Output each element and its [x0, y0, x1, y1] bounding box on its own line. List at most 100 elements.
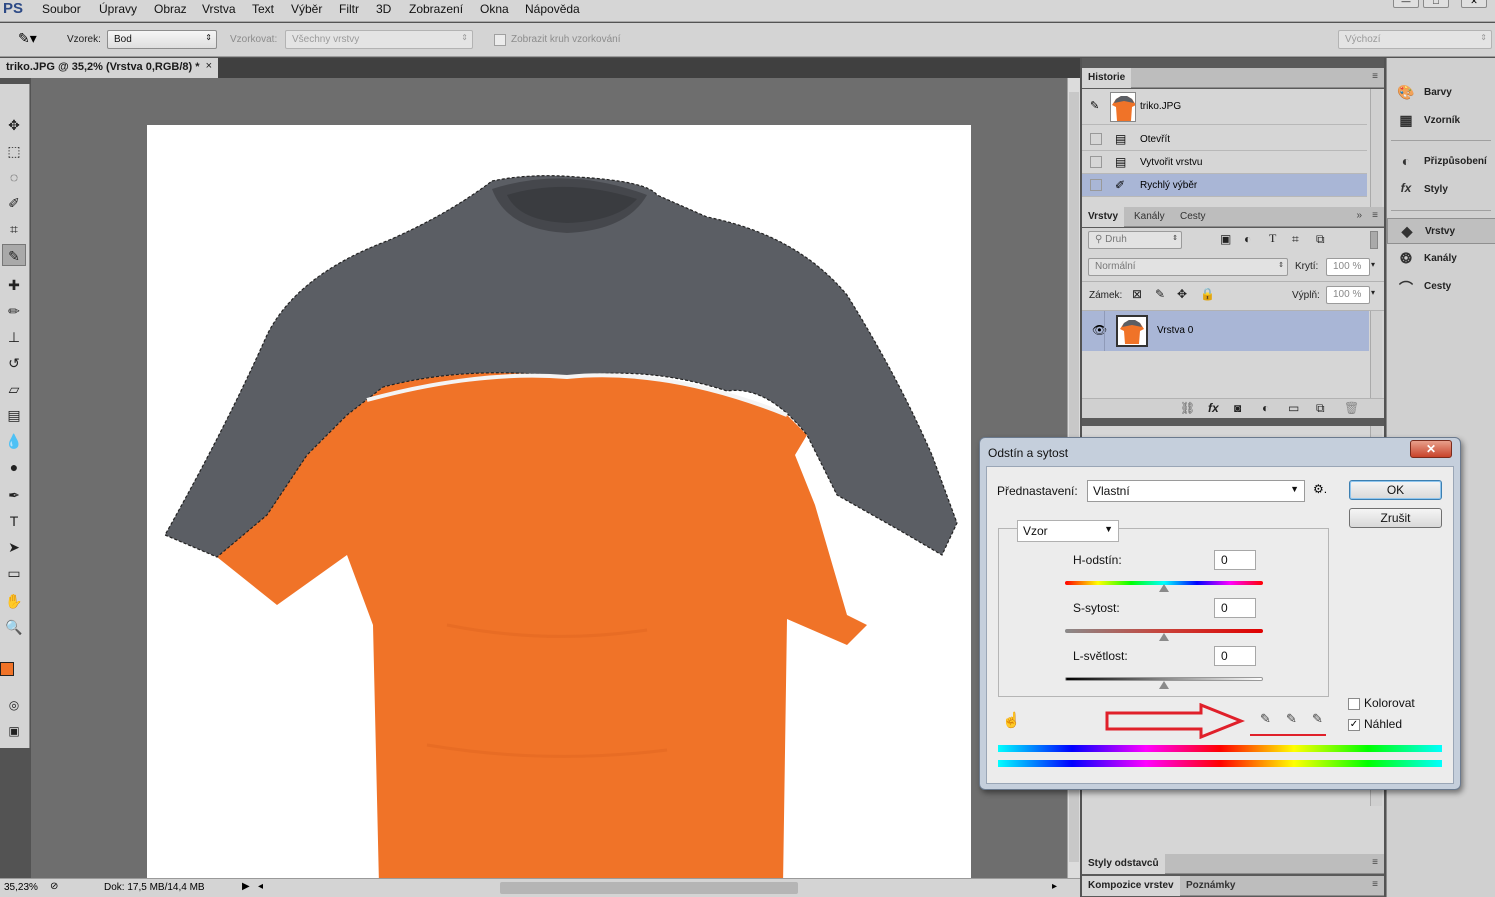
- lock-position-icon[interactable]: ✥: [1177, 287, 1187, 301]
- targeted-adjustment-hand-icon[interactable]: ☝: [1002, 711, 1021, 729]
- filter-toggle[interactable]: [1370, 231, 1378, 249]
- path-selection-tool-icon[interactable]: ➤: [2, 536, 26, 558]
- document-canvas[interactable]: [147, 125, 971, 885]
- document-tab[interactable]: triko.JPG @ 35,2% (Vrstva 0,RGB/8) * ×: [0, 58, 218, 78]
- dialog-close-button[interactable]: ✕: [1410, 440, 1452, 458]
- clone-stamp-tool-icon[interactable]: ⊥: [2, 326, 26, 348]
- menu-vrstva[interactable]: Vrstva: [202, 2, 236, 16]
- workspace-select[interactable]: Výchozí ⇕: [1338, 30, 1492, 49]
- tab-channels[interactable]: Kanály: [1128, 207, 1171, 227]
- dock-item-channels[interactable]: ❂ Kanály: [1387, 246, 1495, 272]
- panel-menu-icon[interactable]: ≡: [1372, 857, 1378, 868]
- filter-shape-icon[interactable]: ⌗: [1292, 232, 1299, 247]
- opacity-input[interactable]: 100 %: [1326, 258, 1370, 276]
- dock-item-styles[interactable]: fx Styly: [1387, 177, 1495, 203]
- foreground-color-swatch[interactable]: [0, 662, 14, 676]
- menu-text[interactable]: Text: [252, 2, 274, 16]
- zoom-tool-icon[interactable]: 🔍: [2, 616, 26, 638]
- dock-item-swatches[interactable]: ▦ Vzorník: [1387, 108, 1495, 134]
- link-layers-icon[interactable]: ⛓: [1180, 401, 1195, 415]
- history-item[interactable]: ▤ Vytvořit vrstvu: [1082, 151, 1367, 174]
- history-snapshot[interactable]: ✎ triko.JPG: [1082, 89, 1367, 125]
- brush-tool-icon[interactable]: ✏: [2, 300, 26, 322]
- history-item-selected[interactable]: ✐ Rychlý výběr: [1082, 174, 1367, 197]
- eraser-tool-icon[interactable]: ▱: [2, 378, 26, 400]
- blend-mode-select[interactable]: Normální ⇕: [1088, 258, 1288, 276]
- quick-mask-icon[interactable]: ◎: [2, 694, 26, 716]
- show-ring-checkbox[interactable]: [494, 34, 506, 46]
- menu-obraz[interactable]: Obraz: [154, 2, 187, 16]
- menu-okna[interactable]: Okna: [480, 2, 509, 16]
- gradient-tool-icon[interactable]: ▤: [2, 404, 26, 426]
- new-layer-icon[interactable]: ⧉: [1316, 401, 1325, 416]
- saturation-input[interactable]: 0: [1214, 598, 1256, 618]
- eyedropper-add-icon[interactable]: ✎: [1286, 711, 1297, 727]
- colorize-checkbox[interactable]: [1348, 698, 1360, 710]
- delete-layer-icon[interactable]: 🗑: [1344, 401, 1359, 415]
- cancel-button[interactable]: Zrušit: [1349, 508, 1442, 528]
- history-scrollbar[interactable]: [1370, 89, 1382, 207]
- dock-item-colors[interactable]: 🎨 Barvy: [1387, 80, 1495, 106]
- menu-soubor[interactable]: Soubor: [42, 2, 81, 16]
- fill-dropdown-icon[interactable]: ▾: [1371, 288, 1375, 297]
- filter-type-icon[interactable]: T: [1269, 231, 1276, 246]
- panel-collapse-icon[interactable]: »: [1356, 210, 1362, 221]
- layer-name[interactable]: Vrstva 0: [1157, 325, 1193, 336]
- channel-select[interactable]: Vzor ▼: [1017, 520, 1119, 542]
- menu-filtr[interactable]: Filtr: [339, 2, 359, 16]
- window-close-button[interactable]: ✕: [1461, 0, 1487, 8]
- blur-tool-icon[interactable]: 💧: [2, 430, 26, 452]
- lightness-input[interactable]: 0: [1214, 646, 1256, 666]
- healing-brush-tool-icon[interactable]: ✚: [2, 274, 26, 296]
- preset-options-gear-icon[interactable]: ⚙.: [1313, 482, 1327, 496]
- tab-layers[interactable]: Vrstvy: [1082, 207, 1125, 227]
- opacity-dropdown-icon[interactable]: ▾: [1371, 260, 1375, 269]
- new-group-icon[interactable]: ▭: [1288, 401, 1299, 415]
- pen-tool-icon[interactable]: ✒: [2, 484, 26, 506]
- lock-all-icon[interactable]: 🔒: [1200, 287, 1215, 301]
- panel-menu-icon[interactable]: ≡: [1372, 210, 1378, 221]
- lightness-slider-thumb[interactable]: [1159, 681, 1169, 689]
- dock-item-layers[interactable]: ◆ Vrstvy: [1387, 218, 1495, 244]
- move-tool-icon[interactable]: ✥: [2, 114, 26, 136]
- eyedropper-icon[interactable]: ✎: [1260, 711, 1271, 727]
- filter-smart-object-icon[interactable]: ⧉: [1316, 232, 1325, 247]
- hand-tool-icon[interactable]: ✋: [2, 590, 26, 612]
- lock-image-icon[interactable]: ✎: [1155, 287, 1165, 301]
- hue-input[interactable]: 0: [1214, 550, 1256, 570]
- menu-zobrazeni[interactable]: Zobrazení: [409, 2, 463, 16]
- scroll-right-icon[interactable]: ▸: [1052, 881, 1057, 892]
- eyedropper-preset-icon[interactable]: ✎▾: [18, 30, 37, 47]
- menu-napoveda[interactable]: Nápověda: [525, 2, 580, 16]
- quick-selection-tool-icon[interactable]: ✐: [2, 192, 26, 214]
- history-brush-source-icon[interactable]: ✎: [1090, 99, 1099, 112]
- tab-layer-comps[interactable]: Kompozice vrstev: [1082, 876, 1180, 896]
- screen-mode-icon[interactable]: ▣: [2, 720, 26, 742]
- hue-slider-thumb[interactable]: [1159, 584, 1169, 592]
- scroll-left-icon[interactable]: ◂: [258, 881, 263, 892]
- history-item[interactable]: ▤ Otevřít: [1082, 128, 1367, 151]
- fill-input[interactable]: 100 %: [1326, 286, 1370, 304]
- lock-transparent-icon[interactable]: ⊠: [1132, 287, 1142, 301]
- tab-notes[interactable]: Poznámky: [1180, 876, 1241, 896]
- minimize-button[interactable]: —: [1393, 0, 1419, 8]
- tab-history[interactable]: Historie: [1082, 68, 1132, 88]
- eyedropper-tool-icon[interactable]: ✎: [2, 244, 26, 266]
- panel-menu-icon[interactable]: ≡: [1372, 879, 1378, 890]
- eyedropper-subtract-icon[interactable]: ✎: [1312, 711, 1323, 727]
- menu-vyber[interactable]: Výběr: [291, 2, 322, 16]
- maximize-button[interactable]: □: [1423, 0, 1449, 8]
- add-mask-icon[interactable]: ◙: [1234, 401, 1241, 415]
- dock-item-adjustments[interactable]: ◐ Přizpůsobení: [1387, 149, 1495, 175]
- ok-button[interactable]: OK: [1349, 480, 1442, 500]
- zoom-level[interactable]: 35,23%: [4, 882, 38, 893]
- layer-filter-select[interactable]: ⚲ Druh ⇕: [1088, 231, 1182, 249]
- dodge-tool-icon[interactable]: ●: [2, 456, 26, 478]
- new-adjustment-icon[interactable]: ◐: [1262, 401, 1269, 415]
- horizontal-scrollbar-thumb[interactable]: [500, 882, 798, 894]
- preset-select[interactable]: Vlastní ▼: [1087, 480, 1305, 502]
- dock-item-paths[interactable]: ⌒ Cesty: [1387, 274, 1495, 300]
- filter-pixel-icon[interactable]: ▣: [1220, 232, 1231, 246]
- tab-paths[interactable]: Cesty: [1174, 207, 1212, 227]
- type-tool-icon[interactable]: T: [2, 510, 26, 532]
